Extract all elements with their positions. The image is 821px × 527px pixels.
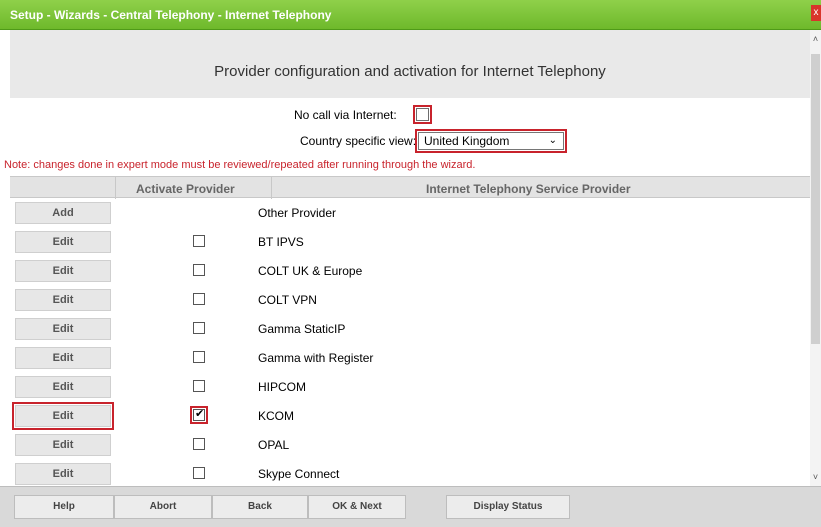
scroll-up-icon[interactable]: ˄ [810, 34, 821, 44]
edit-provider-button[interactable]: Edit [15, 347, 111, 369]
footer-toolbar: Help Abort Back OK & Next Display Status [0, 486, 821, 527]
edit-provider-button[interactable]: Edit [15, 376, 111, 398]
table-row: Edit HIPCOM [10, 376, 810, 399]
provider-name: OPAL [258, 438, 290, 452]
edit-provider-button[interactable]: Edit [12, 402, 114, 430]
provider-name: BT IPVS [258, 235, 304, 249]
provider-name: KCOM [258, 409, 294, 423]
main-content: Provider configuration and activation fo… [0, 30, 810, 486]
table-row: Edit Skype Connect [10, 463, 810, 486]
country-label: Country specific view: [300, 134, 417, 148]
provider-name: Gamma StaticIP [258, 322, 346, 336]
close-icon[interactable]: x [811, 5, 821, 21]
header-service-provider: Internet Telephony Service Provider [426, 182, 631, 196]
display-status-button[interactable]: Display Status [446, 495, 570, 519]
scroll-down-icon[interactable]: ˅ [810, 472, 821, 482]
chevron-down-icon: ⌄ [548, 135, 557, 146]
edit-provider-button[interactable]: Edit [15, 318, 111, 340]
help-button[interactable]: Help [14, 495, 114, 519]
activate-checkbox[interactable] [193, 467, 205, 479]
table-row: Edit KCOM [10, 402, 810, 430]
ok-next-button[interactable]: OK & Next [308, 495, 406, 519]
table-row: Edit OPAL [10, 434, 810, 457]
back-button[interactable]: Back [212, 495, 308, 519]
header-divider [271, 177, 272, 199]
add-provider-button[interactable]: Add [15, 202, 111, 224]
edit-provider-button[interactable]: Edit [15, 289, 111, 311]
table-row: Edit BT IPVS [10, 231, 810, 254]
activate-checkbox[interactable] [193, 351, 205, 363]
scroll-thumb[interactable] [811, 54, 820, 344]
edit-provider-button[interactable]: Edit [15, 434, 111, 456]
activate-checkbox[interactable] [193, 264, 205, 276]
window-title: Setup - Wizards - Central Telephony - In… [10, 8, 332, 22]
provider-name: COLT UK & Europe [258, 264, 363, 278]
country-select-value: United Kingdom [424, 134, 510, 148]
provider-name: Skype Connect [258, 467, 340, 481]
table-row: Add Other Provider [10, 202, 810, 225]
expert-mode-note: Note: changes done in expert mode must b… [4, 159, 476, 171]
header-divider [115, 177, 116, 199]
activate-checkbox[interactable] [193, 380, 205, 392]
provider-name: Gamma with Register [258, 351, 374, 365]
activate-checkbox[interactable] [193, 438, 205, 450]
activate-checkbox[interactable] [193, 235, 205, 247]
page-title: Provider configuration and activation fo… [214, 63, 606, 80]
edit-provider-button[interactable]: Edit [15, 463, 111, 485]
activate-checkbox[interactable] [193, 293, 205, 305]
edit-provider-button[interactable]: Edit [15, 260, 111, 282]
table-header: Activate Provider Internet Telephony Ser… [10, 176, 810, 199]
window-titlebar: Setup - Wizards - Central Telephony - In… [0, 0, 821, 30]
table-row: Edit Gamma with Register [10, 347, 810, 370]
activate-checkbox[interactable] [193, 322, 205, 334]
no-call-checkbox[interactable] [413, 105, 432, 124]
abort-button[interactable]: Abort [114, 495, 212, 519]
activate-checkbox[interactable] [190, 406, 208, 424]
table-row: Edit COLT UK & Europe [10, 260, 810, 283]
table-row: Edit Gamma StaticIP [10, 318, 810, 341]
header-activate-provider: Activate Provider [136, 182, 235, 196]
no-call-label: No call via Internet: [294, 108, 397, 122]
provider-name: Other Provider [258, 206, 337, 220]
vertical-scrollbar[interactable]: ˄ ˅ [810, 30, 821, 486]
edit-provider-button[interactable]: Edit [15, 231, 111, 253]
table-row: Edit COLT VPN [10, 289, 810, 312]
header-area: Provider configuration and activation fo… [10, 30, 810, 98]
provider-name: COLT VPN [258, 293, 317, 307]
country-select[interactable]: United Kingdom ⌄ [415, 129, 567, 153]
provider-name: HIPCOM [258, 380, 306, 394]
